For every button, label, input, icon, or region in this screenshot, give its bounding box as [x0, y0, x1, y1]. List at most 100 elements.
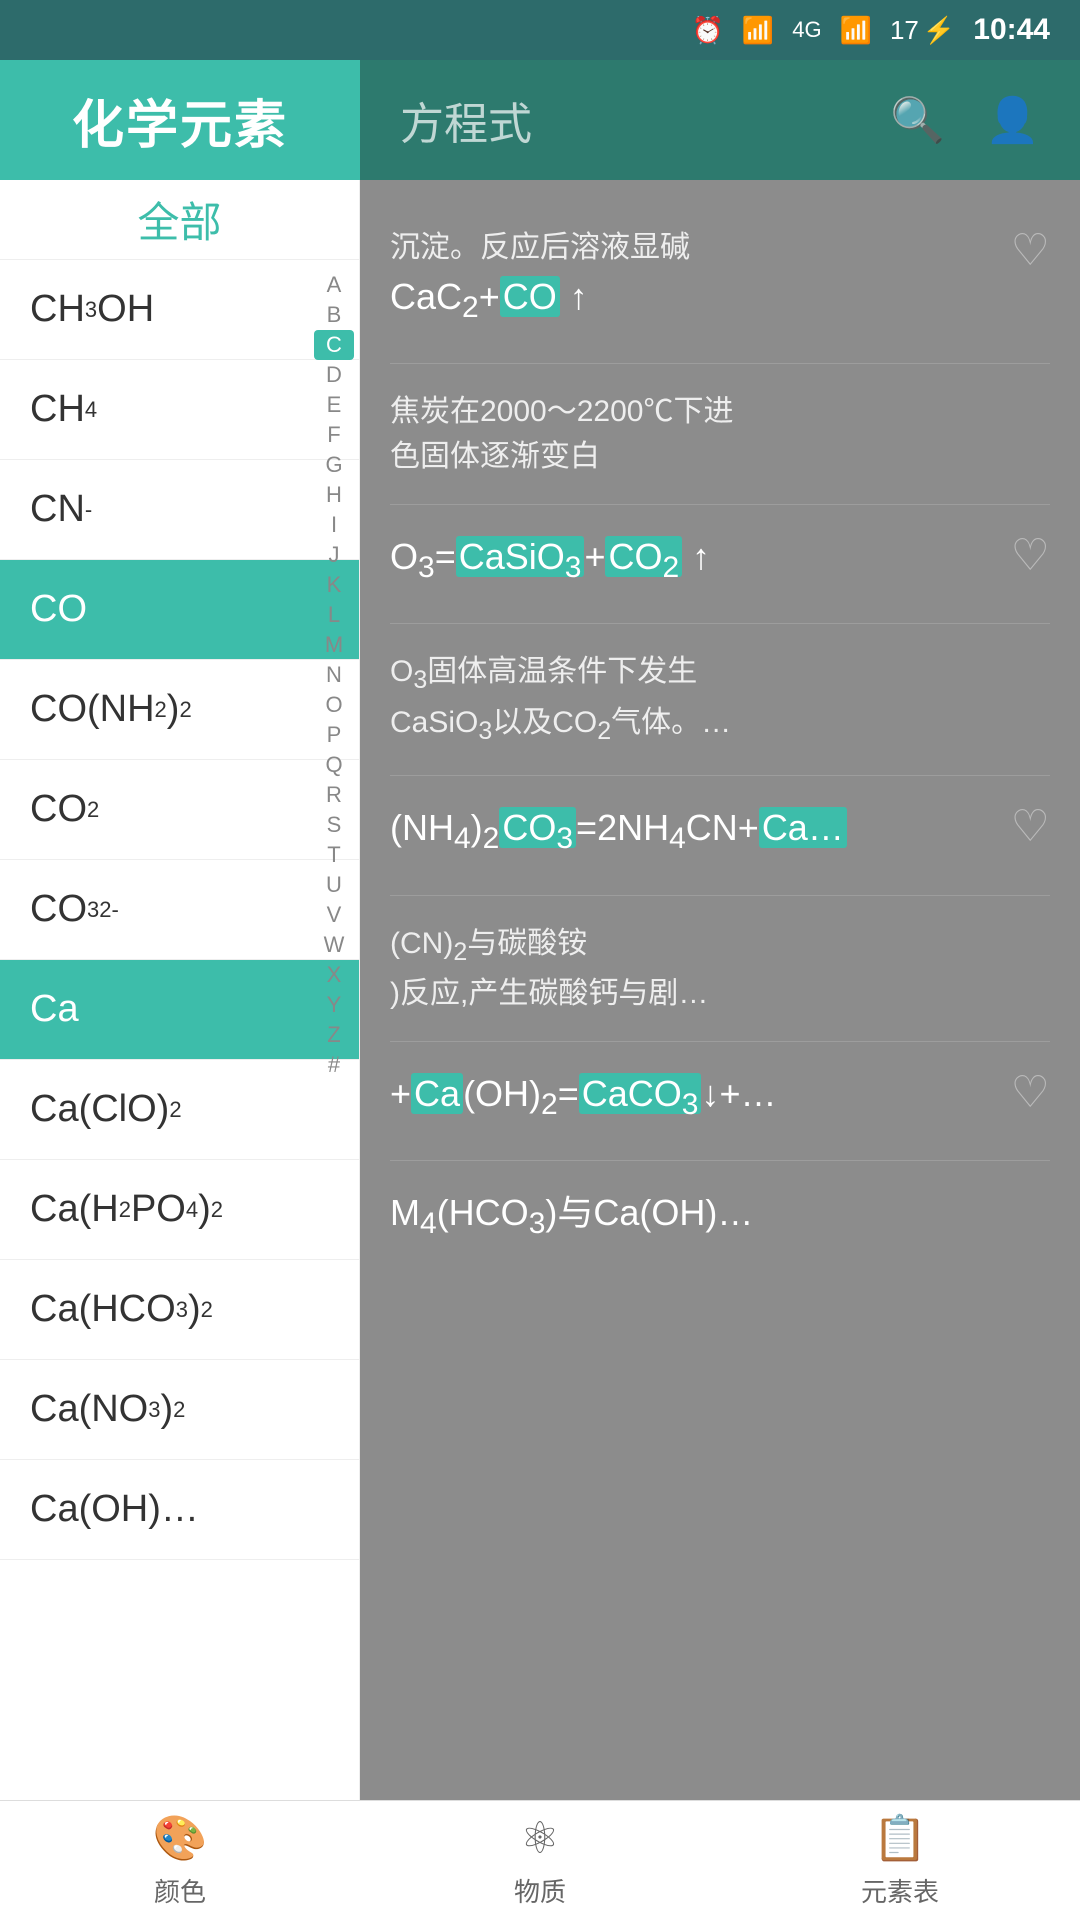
- alpha-O[interactable]: O: [314, 690, 354, 720]
- list-item[interactable]: CO2: [0, 760, 359, 860]
- list-item-co[interactable]: CO: [0, 560, 359, 660]
- nav-item-substance[interactable]: ⚛ 物质: [360, 1801, 720, 1920]
- status-bar: ⏰ 📶 4G 📶 17 ⚡ 10:44: [0, 0, 1080, 60]
- list-item[interactable]: CO(NH2)2: [0, 660, 359, 760]
- highlight-co2: CO2: [605, 536, 682, 577]
- favorite-icon[interactable]: ♡: [1011, 225, 1050, 276]
- table-icon: 📋: [873, 1812, 928, 1864]
- alpha-A[interactable]: A: [314, 270, 354, 300]
- favorite-icon[interactable]: ♡: [1011, 801, 1050, 852]
- equation-text: O3=CaSiO3+CO2 ↑: [390, 530, 996, 598]
- equation-formula: O3=CaSiO3+CO2 ↑: [390, 530, 996, 590]
- equation-formula: +Ca(OH)2=CaCO3↓+…: [390, 1067, 996, 1127]
- list-item[interactable]: CO32-: [0, 860, 359, 960]
- substance-icon: ⚛: [520, 1813, 559, 1864]
- element-list: CH3OH CH4 CN- CO CO(NH2)2 CO2: [0, 260, 359, 1800]
- favorite-icon[interactable]: ♡: [1011, 530, 1050, 581]
- alpha-Q[interactable]: Q: [314, 750, 354, 780]
- nav-label-substance: 物质: [514, 1872, 566, 1909]
- right-panel: 沉淀。反应后溶液显碱 CaC2+CO ↑ ♡ 焦炭在2000～2200℃下进 色…: [360, 180, 1080, 1800]
- alpha-P[interactable]: P: [314, 720, 354, 750]
- section-title: 方程式: [400, 88, 532, 152]
- signal-bars-icon: 📶: [840, 15, 872, 46]
- list-item-ca[interactable]: Ca: [0, 960, 359, 1060]
- alpha-M[interactable]: M: [314, 630, 354, 660]
- color-icon: 🎨: [153, 1812, 208, 1864]
- list-item[interactable]: Ca(HCO3)2: [0, 1260, 359, 1360]
- alpha-S[interactable]: S: [314, 810, 354, 840]
- list-item[interactable]: CH3OH: [0, 260, 359, 360]
- battery-indicator: 17 ⚡: [890, 15, 955, 46]
- alpha-B[interactable]: B: [314, 300, 354, 330]
- equation-text: O3固体高温条件下发生 CaSiO3以及CO2气体。…: [390, 649, 1050, 750]
- nav-item-table[interactable]: 📋 元素表: [720, 1801, 1080, 1920]
- alpha-I[interactable]: I: [314, 510, 354, 540]
- alpha-G[interactable]: G: [314, 450, 354, 480]
- equations-container: 沉淀。反应后溶液显碱 CaC2+CO ↑ ♡ 焦炭在2000～2200℃下进 色…: [360, 180, 1080, 1299]
- alpha-H[interactable]: H: [314, 480, 354, 510]
- list-item[interactable]: Ca(OH)…: [0, 1460, 359, 1560]
- equation-row: M4(HCO3)与Ca(OH)…: [390, 1161, 1050, 1279]
- wifi-icon: 📶: [742, 15, 774, 46]
- battery-icon: ⚡: [923, 15, 955, 46]
- equation-text: (NH4)2CO3=2NH4CN+Ca…: [390, 801, 996, 869]
- alpha-Z[interactable]: Z: [314, 1020, 354, 1050]
- alphabet-index: A B C D E F G H I J K L M N O P Q R S T …: [309, 260, 359, 1800]
- alpha-E[interactable]: E: [314, 390, 354, 420]
- list-item[interactable]: Ca(ClO)2: [0, 1060, 359, 1160]
- category-label[interactable]: 全部: [137, 189, 221, 250]
- equation-formula: M4(HCO3)与Ca(OH)…: [390, 1186, 1050, 1246]
- alpha-V[interactable]: V: [314, 900, 354, 930]
- equation-desc: (CN)2与碳酸铵: [390, 921, 1050, 972]
- header: 化学元素 方程式 🔍 👤: [0, 60, 1080, 180]
- user-icon[interactable]: 👤: [985, 94, 1040, 146]
- equation-row: O3固体高温条件下发生 CaSiO3以及CO2气体。…: [390, 624, 1050, 776]
- highlight-co: CO: [500, 276, 560, 317]
- list-item[interactable]: Ca(NO3)2: [0, 1360, 359, 1460]
- main-container: 全部 CH3OH CH4 CN- CO CO(NH2)2: [0, 180, 1080, 1800]
- alpha-J[interactable]: J: [314, 540, 354, 570]
- equation-desc2: CaSiO3以及CO2气体。…: [390, 700, 1050, 751]
- alpha-X[interactable]: X: [314, 960, 354, 990]
- nav-label-table: 元素表: [861, 1872, 939, 1909]
- search-icon[interactable]: 🔍: [890, 94, 945, 146]
- equation-formula: CaC2+CO ↑: [390, 270, 996, 330]
- status-time: 10:44: [973, 13, 1050, 47]
- highlight-casio3: CaSiO3: [456, 536, 585, 577]
- equation-desc: O3固体高温条件下发生: [390, 649, 1050, 700]
- highlight-ca-oh: Ca: [411, 1073, 463, 1114]
- signal-icon: 4G: [792, 17, 821, 43]
- equation-desc: 沉淀。反应后溶液显碱: [390, 225, 996, 270]
- alpha-R[interactable]: R: [314, 780, 354, 810]
- favorite-icon[interactable]: ♡: [1011, 1067, 1050, 1118]
- app-title: 化学元素: [72, 83, 288, 158]
- alpha-F[interactable]: F: [314, 420, 354, 450]
- equation-desc2: )反应,产生碳酸钙与剧…: [390, 971, 1050, 1016]
- list-item[interactable]: CN-: [0, 460, 359, 560]
- alpha-D[interactable]: D: [314, 360, 354, 390]
- equation-row: 焦炭在2000～2200℃下进 色固体逐渐变白: [390, 364, 1050, 505]
- alpha-C[interactable]: C: [314, 330, 354, 360]
- alpha-K[interactable]: K: [314, 570, 354, 600]
- alpha-L[interactable]: L: [314, 600, 354, 630]
- equation-text: M4(HCO3)与Ca(OH)…: [390, 1186, 1050, 1254]
- highlight-caco3: CaCO3: [579, 1073, 702, 1114]
- alpha-N[interactable]: N: [314, 660, 354, 690]
- highlight-ca: Ca…: [759, 807, 847, 848]
- alpha-W[interactable]: W: [314, 930, 354, 960]
- equation-text: 沉淀。反应后溶液显碱 CaC2+CO ↑: [390, 225, 996, 338]
- alpha-T[interactable]: T: [314, 840, 354, 870]
- alpha-hash[interactable]: #: [314, 1050, 354, 1080]
- clock-icon: ⏰: [691, 15, 723, 46]
- left-panel: 全部 CH3OH CH4 CN- CO CO(NH2)2: [0, 180, 360, 1800]
- nav-label-color: 颜色: [154, 1872, 206, 1909]
- alpha-Y[interactable]: Y: [314, 990, 354, 1020]
- list-item[interactable]: Ca(H2PO4)2: [0, 1160, 359, 1260]
- alpha-U[interactable]: U: [314, 870, 354, 900]
- list-item[interactable]: CH4: [0, 360, 359, 460]
- equation-formula: (NH4)2CO3=2NH4CN+Ca…: [390, 801, 996, 861]
- header-icons: 🔍 👤: [890, 94, 1040, 146]
- nav-item-color[interactable]: 🎨 颜色: [0, 1801, 360, 1920]
- equation-row: 沉淀。反应后溶液显碱 CaC2+CO ↑ ♡: [390, 200, 1050, 364]
- equation-text: +Ca(OH)2=CaCO3↓+…: [390, 1067, 996, 1135]
